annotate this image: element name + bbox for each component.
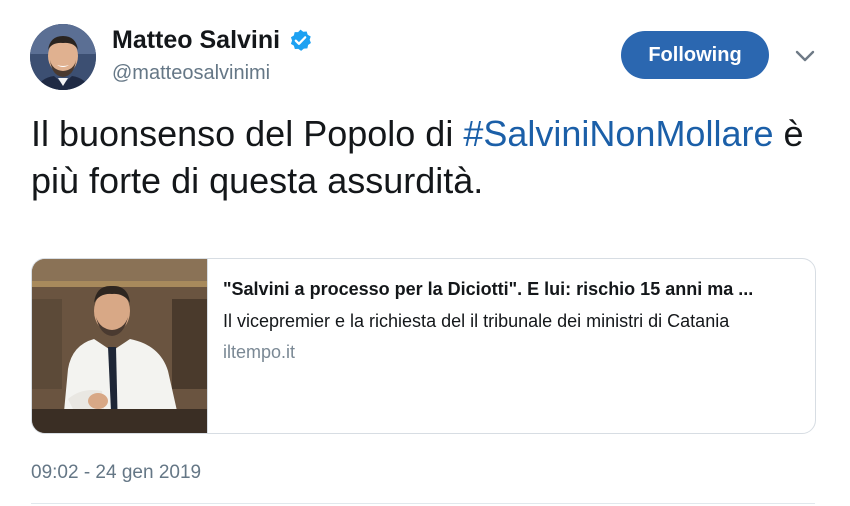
author-handle[interactable]: @matteosalvinimi (112, 61, 270, 85)
author-name[interactable]: Matteo Salvini (112, 25, 280, 55)
hashtag-link[interactable]: #SalviniNonMollare (463, 113, 773, 154)
card-description: Il vicepremier e la richiesta del il tri… (223, 311, 730, 331)
chevron-down-icon[interactable] (794, 48, 816, 64)
avatar-image (30, 24, 96, 90)
tweet-text-before: Il buonsenso del Popolo di (31, 113, 464, 154)
tweet-text: Il buonsenso del Popolo di #SalviniNonMo… (31, 110, 811, 204)
author-name-row[interactable]: Matteo Salvini (112, 25, 313, 55)
following-button[interactable]: Following (621, 31, 769, 79)
tweet-timestamp[interactable]: 09:02 - 24 gen 2019 (31, 461, 201, 485)
card-domain[interactable]: iltempo.it (223, 340, 295, 364)
card-image[interactable] (32, 259, 208, 433)
avatar[interactable] (30, 24, 96, 90)
verified-badge-icon (291, 29, 312, 51)
divider (31, 503, 815, 504)
card-thumbnail (32, 259, 207, 433)
card-title[interactable]: "Salvini a processo per la Diciotti". E … (223, 277, 803, 301)
link-card[interactable]: "Salvini a processo per la Diciotti". E … (31, 258, 816, 434)
